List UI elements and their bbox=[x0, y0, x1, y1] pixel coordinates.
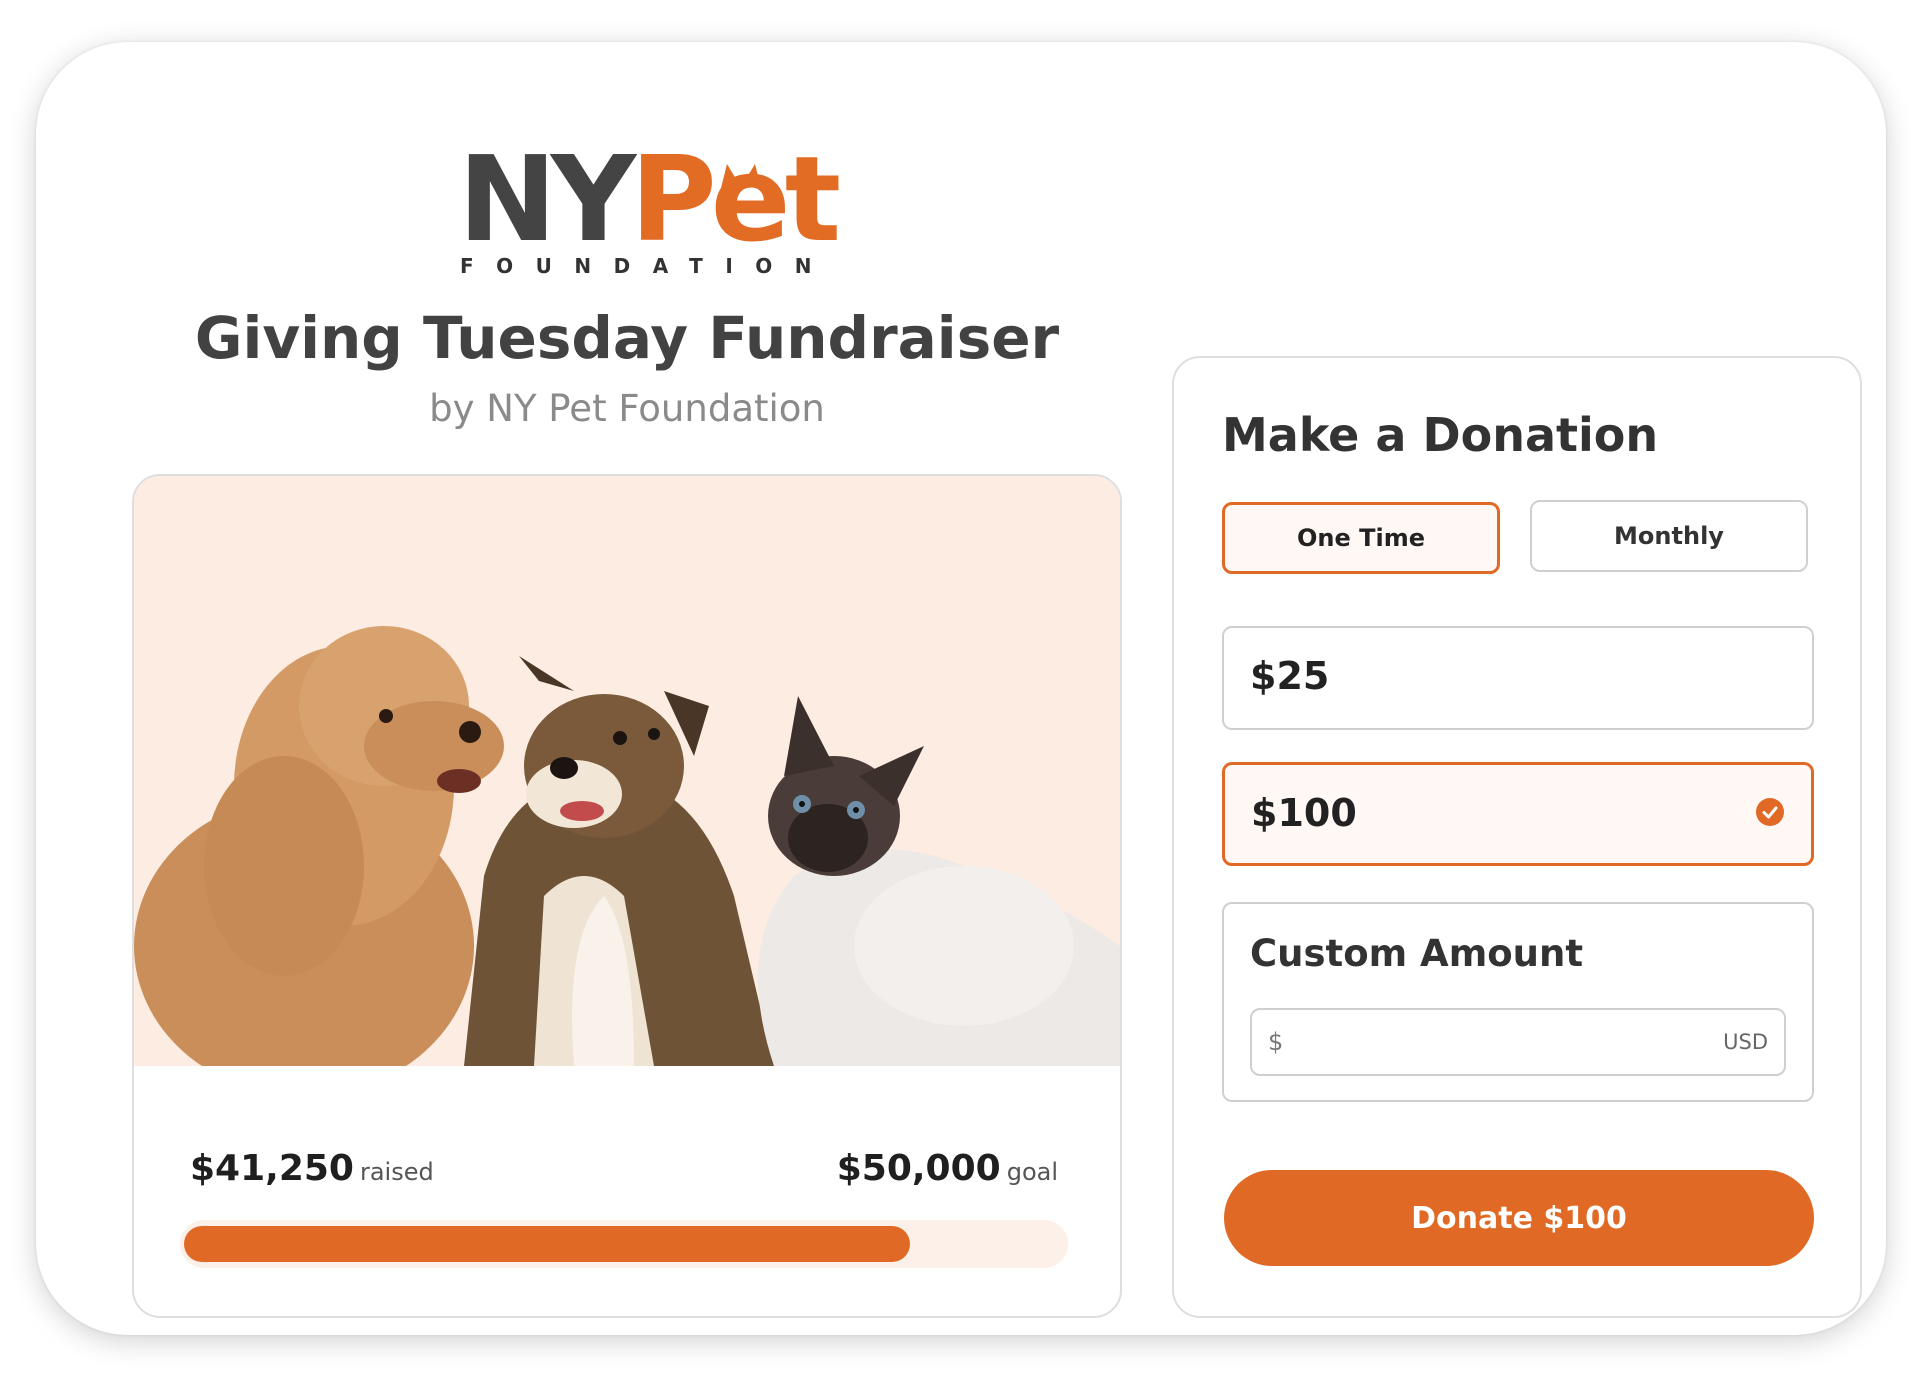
amount-raised: $41,250 raised bbox=[190, 1148, 434, 1189]
donation-page-window: NYPet FOUNDATION Giving Tuesday Fundrais… bbox=[36, 42, 1886, 1335]
amount-option-label: $100 bbox=[1251, 791, 1357, 835]
raised-label: raised bbox=[359, 1158, 434, 1186]
page-subtitle: by NY Pet Foundation bbox=[429, 387, 825, 430]
currency-symbol: $ bbox=[1268, 1028, 1284, 1056]
ny-pet-foundation-logo: NYPet FOUNDATION bbox=[458, 140, 841, 280]
frequency-one-time-button[interactable]: One Time bbox=[1222, 502, 1500, 574]
cat-ears-icon bbox=[721, 164, 761, 188]
amount-option-label: $25 bbox=[1250, 654, 1330, 698]
poodle-dog-illustration bbox=[134, 626, 504, 1066]
custom-amount-label: Custom Amount bbox=[1250, 932, 1584, 975]
shepherd-dog-illustration bbox=[464, 656, 774, 1066]
custom-amount-section: Custom Amount $ USD bbox=[1222, 902, 1814, 1102]
raised-value: $41,250 bbox=[190, 1148, 354, 1189]
logo-subtitle: FOUNDATION bbox=[460, 254, 834, 278]
amount-goal: $50,000 goal bbox=[837, 1148, 1058, 1189]
custom-amount-input[interactable]: $ USD bbox=[1250, 1008, 1786, 1076]
check-circle-icon bbox=[1756, 798, 1784, 826]
amount-option-25[interactable]: $25 bbox=[1222, 626, 1814, 730]
goal-value: $50,000 bbox=[836, 1148, 1001, 1189]
donate-button[interactable]: Donate $100 bbox=[1224, 1170, 1814, 1266]
amount-option-100[interactable]: $100 bbox=[1222, 762, 1814, 866]
pets-hero-image bbox=[134, 476, 1120, 1066]
fundraising-progress-bar bbox=[180, 1220, 1068, 1268]
siamese-cat-illustration bbox=[758, 696, 1120, 1066]
logo-word-pet: Pet bbox=[630, 130, 841, 268]
page-title: Giving Tuesday Fundraiser bbox=[194, 304, 1060, 372]
currency-code: USD bbox=[1723, 1030, 1768, 1054]
logo-word-ny: NY bbox=[458, 130, 636, 268]
progress-bar-fill bbox=[184, 1226, 910, 1262]
donation-panel-title: Make a Donation bbox=[1222, 408, 1659, 462]
goal-label: goal bbox=[1006, 1158, 1058, 1186]
frequency-monthly-button[interactable]: Monthly bbox=[1530, 500, 1808, 572]
donation-panel: Make a Donation One Time Monthly $25 $10… bbox=[1172, 356, 1862, 1318]
campaign-card: $41,250 raised $50,000 goal bbox=[132, 474, 1122, 1318]
